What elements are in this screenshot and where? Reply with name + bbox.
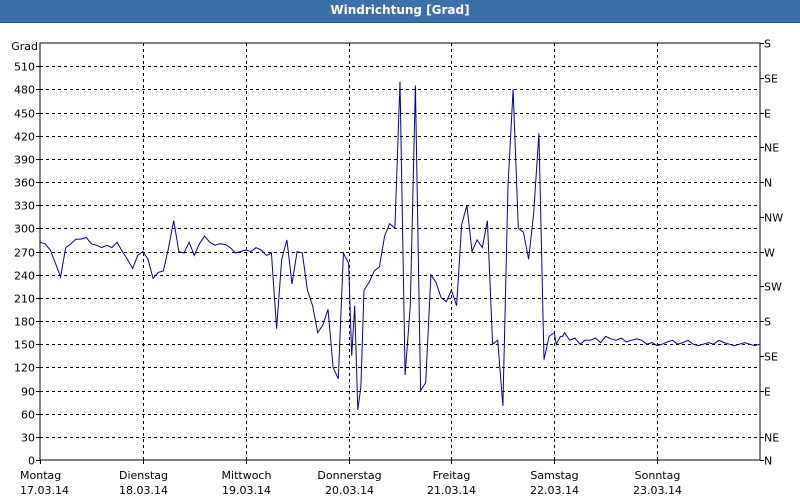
x-tick-label-day: Sonntag — [635, 469, 681, 482]
right-axis-label: NW — [764, 212, 783, 225]
y-tick-label: 480 — [14, 84, 35, 97]
y-tick-label: 30 — [21, 432, 35, 445]
right-axis-label: E — [764, 386, 771, 399]
x-tick-label-date: 18.03.14 — [119, 484, 168, 497]
x-tick-label-date: 20.03.14 — [325, 484, 374, 497]
right-axis-label: S — [764, 38, 771, 51]
y-tick-label: 120 — [14, 362, 35, 375]
y-tick-label: 300 — [14, 223, 35, 236]
x-tick-label-day: Donnerstag — [317, 469, 381, 482]
right-axis-label: N — [764, 177, 772, 190]
right-axis-label: SW — [764, 281, 782, 294]
y-tick-label: 60 — [21, 409, 35, 422]
y-tick-label: 450 — [14, 108, 35, 121]
y-tick-label: 270 — [14, 247, 35, 260]
right-axis-label: SE — [764, 73, 778, 86]
y-axis-label: Grad — [11, 40, 38, 53]
y-tick-label: 510 — [14, 61, 35, 74]
x-tick-label-date: 23.03.14 — [633, 484, 682, 497]
x-tick-label-day: Freitag — [433, 469, 471, 482]
x-tick-label-date: 21.03.14 — [427, 484, 476, 497]
y-tick-label: 90 — [21, 386, 35, 399]
y-tick-label: 180 — [14, 316, 35, 329]
x-tick-label-day: Samstag — [530, 469, 578, 482]
y-tick-label: 210 — [14, 293, 35, 306]
x-tick-label-day: Mittwoch — [222, 469, 272, 482]
y-tick-label: 0 — [28, 455, 35, 468]
x-tick-label-date: 17.03.14 — [20, 484, 69, 497]
right-axis-label: NE — [764, 432, 779, 445]
right-axis-label: N — [764, 455, 772, 468]
right-axis-label: E — [764, 108, 771, 121]
y-tick-label: 390 — [14, 154, 35, 167]
x-tick-label-date: 22.03.14 — [530, 484, 579, 497]
right-axis-label: S — [764, 316, 771, 329]
right-axis-label: W — [764, 247, 775, 260]
x-tick-label-day: Montag — [20, 469, 61, 482]
x-tick-label-date: 19.03.14 — [222, 484, 271, 497]
y-tick-label: 240 — [14, 270, 35, 283]
y-tick-label: 420 — [14, 131, 35, 144]
x-tick-label-day: Dienstag — [119, 469, 168, 482]
right-axis-label: NE — [764, 142, 779, 155]
chart-canvas: 0 30 60 90 120 150 180 210 240 270 300 330 360 390 420… — [11, 38, 783, 498]
y-tick-label: 330 — [14, 200, 35, 213]
right-axis-label: SE — [764, 351, 778, 364]
y-tick-label: 360 — [14, 177, 35, 190]
y-tick-label: 150 — [14, 339, 35, 352]
